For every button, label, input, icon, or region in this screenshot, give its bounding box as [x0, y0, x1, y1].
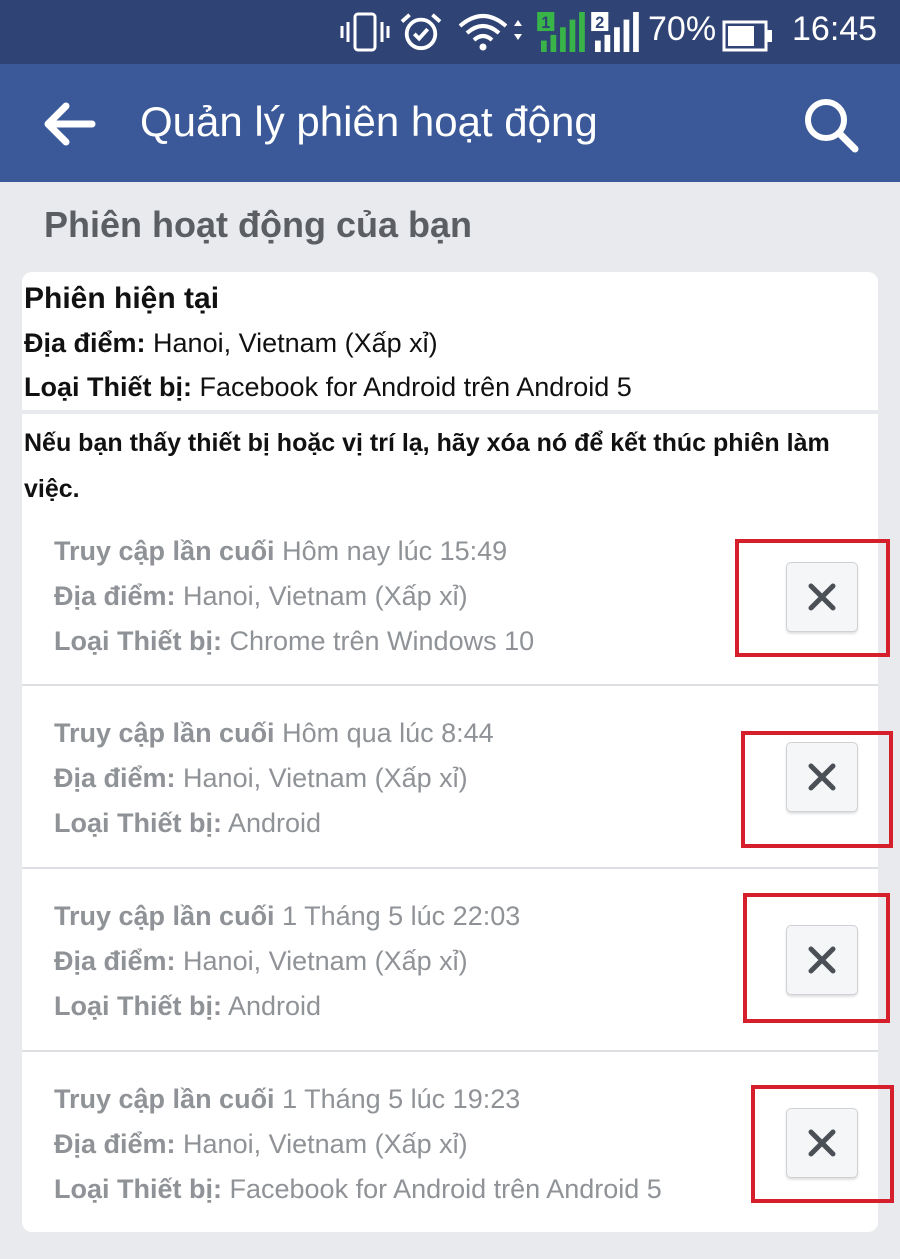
session-location-value: Hanoi, Vietnam (Xấp xỉ) — [175, 763, 468, 793]
session-last-access-label: Truy cập lần cuối — [54, 901, 275, 931]
battery-percent: 70% — [648, 10, 717, 48]
divider — [22, 1050, 878, 1052]
session-device-value: Android — [222, 991, 322, 1021]
current-session-title: Phiên hiện tại — [24, 282, 220, 315]
divider — [22, 410, 878, 414]
session-last-access-value: 1 Tháng 5 lúc 19:23 — [274, 1084, 521, 1114]
session-location-label: Địa điểm: — [54, 581, 176, 611]
current-location-label: Địa điểm: — [24, 328, 146, 358]
wifi-icon — [458, 14, 522, 51]
session-device-value: Android — [222, 808, 322, 838]
session-last-access: Truy cập lần cuối Hôm qua lúc 8:44 — [54, 718, 494, 749]
current-device-label: Loại Thiết bị: — [24, 372, 192, 402]
divider — [22, 684, 878, 686]
session-device-value: Chrome trên Windows 10 — [222, 626, 535, 656]
current-location-value: Hanoi, Vietnam (Xấp xỉ) — [145, 328, 438, 358]
clock: 16:45 — [792, 10, 878, 48]
divider — [22, 867, 878, 869]
session-last-access: Truy cập lần cuối 1 Tháng 5 lúc 22:03 — [54, 901, 520, 932]
status-bar: 1 2 70% 16:45 — [0, 0, 900, 64]
session-last-access-label: Truy cập lần cuối — [54, 536, 275, 566]
session-last-access-value: Hôm qua lúc 8:44 — [274, 718, 494, 748]
session-device-label: Loại Thiết bị: — [54, 1174, 222, 1204]
session-device-value: Facebook for Android trên Android 5 — [222, 1174, 662, 1204]
section-title: Phiên hoạt động của bạn — [44, 204, 473, 245]
session-device-label: Loại Thiết bị: — [54, 808, 222, 838]
current-device-value: Facebook for Android trên Android 5 — [192, 372, 632, 402]
warning-text: Nếu bạn thấy thiết bị hoặc vị trí lạ, hã… — [24, 429, 830, 503]
search-icon[interactable] — [802, 96, 860, 154]
session-last-access: Truy cập lần cuối 1 Tháng 5 lúc 19:23 — [54, 1084, 520, 1115]
session-location: Địa điểm: Hanoi, Vietnam (Xấp xỉ) — [54, 581, 468, 612]
session-location: Địa điểm: Hanoi, Vietnam (Xấp xỉ) — [54, 1129, 468, 1160]
session-device-label: Loại Thiết bị: — [54, 626, 222, 656]
alarm-icon — [400, 13, 442, 51]
svg-text:1: 1 — [541, 14, 550, 32]
session-device: Loại Thiết bị: Chrome trên Windows 10 — [54, 626, 534, 657]
signal-sim2-icon: 2 — [591, 12, 639, 52]
session-device-label: Loại Thiết bị: — [54, 991, 222, 1021]
session-device: Loại Thiết bị: Android — [54, 808, 321, 839]
session-device: Loại Thiết bị: Facebook for Android trên… — [54, 1174, 662, 1205]
session-device: Loại Thiết bị: Android — [54, 991, 321, 1022]
svg-text:2: 2 — [595, 14, 604, 32]
app-bar: Quản lý phiên hoạt động — [0, 64, 900, 182]
session-last-access-value: 1 Tháng 5 lúc 22:03 — [274, 901, 521, 931]
session-item: Truy cập lần cuối 1 Tháng 5 lúc 19:23 Đị… — [22, 1054, 878, 1236]
signal-sim1-icon: 1 — [537, 12, 585, 52]
session-location: Địa điểm: Hanoi, Vietnam (Xấp xỉ) — [54, 763, 468, 794]
session-location-label: Địa điểm: — [54, 763, 176, 793]
session-location-value: Hanoi, Vietnam (Xấp xỉ) — [175, 1129, 468, 1159]
highlight-box — [735, 539, 890, 657]
battery-icon — [722, 20, 772, 52]
highlight-box — [751, 1085, 894, 1203]
page-title: Quản lý phiên hoạt động — [140, 98, 598, 145]
session-location: Địa điểm: Hanoi, Vietnam (Xấp xỉ) — [54, 946, 468, 977]
session-last-access-label: Truy cập lần cuối — [54, 1084, 275, 1114]
session-location-value: Hanoi, Vietnam (Xấp xỉ) — [175, 946, 468, 976]
session-last-access: Truy cập lần cuối Hôm nay lúc 15:49 — [54, 536, 507, 567]
session-location-label: Địa điểm: — [54, 946, 176, 976]
arrow-left-icon[interactable] — [40, 100, 96, 148]
session-last-access-label: Truy cập lần cuối — [54, 718, 275, 748]
session-location-value: Hanoi, Vietnam (Xấp xỉ) — [175, 581, 468, 611]
highlight-box — [741, 731, 893, 848]
vibrate-icon — [340, 12, 390, 52]
highlight-box — [743, 893, 890, 1023]
session-last-access-value: Hôm nay lúc 15:49 — [274, 536, 508, 566]
current-device: Loại Thiết bị: Facebook for Android trên… — [24, 372, 632, 403]
current-location: Địa điểm: Hanoi, Vietnam (Xấp xỉ) — [24, 328, 438, 359]
session-location-label: Địa điểm: — [54, 1129, 176, 1159]
